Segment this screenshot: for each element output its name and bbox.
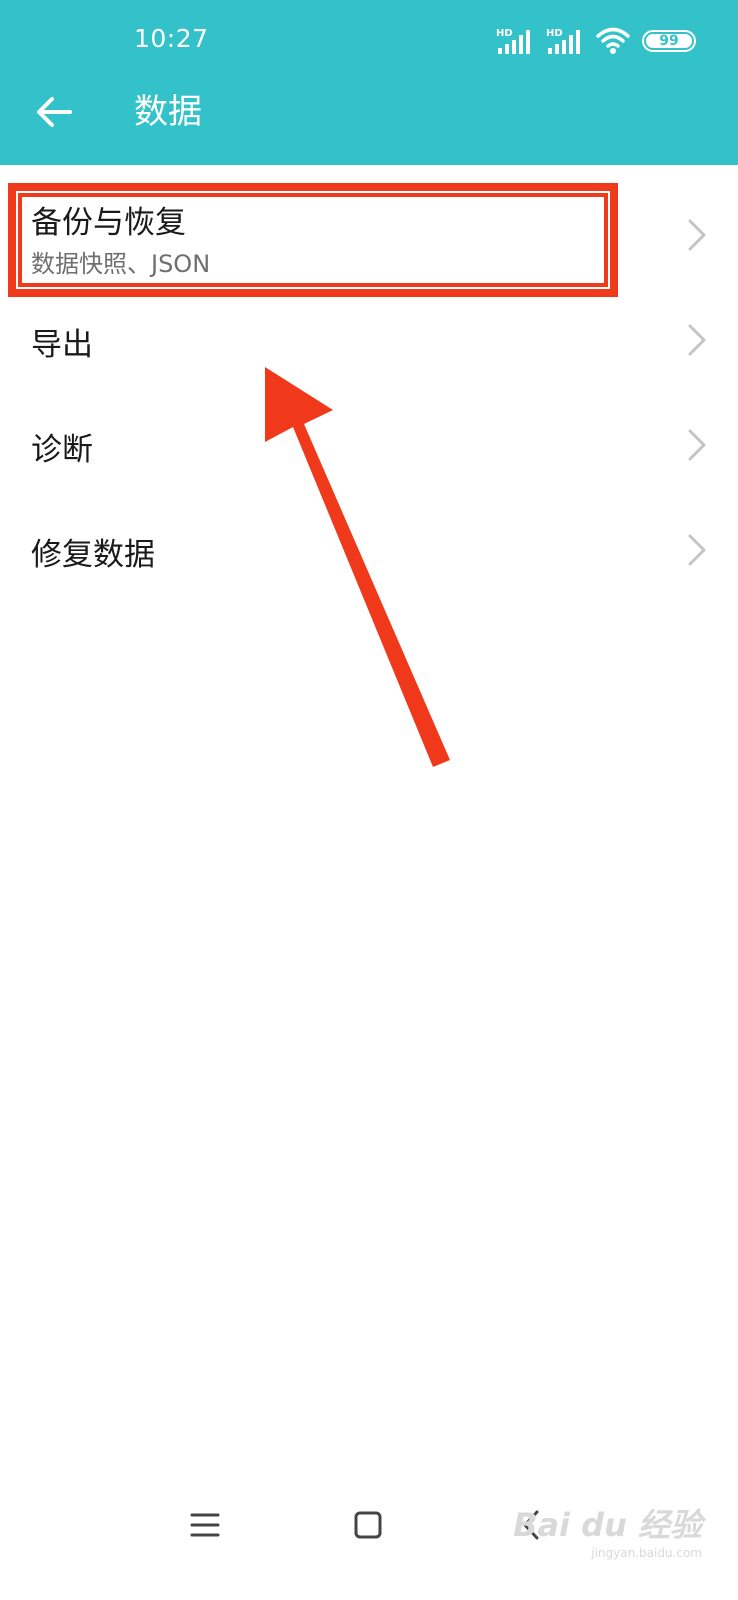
status-icons: HD HD 99	[496, 26, 696, 56]
arrow-left-icon	[37, 97, 72, 127]
chevron-right-icon	[688, 534, 706, 566]
wifi-icon	[596, 27, 630, 54]
list-item-export[interactable]: 导出	[0, 285, 738, 389]
signal-hd-icon-2: HD	[546, 28, 580, 54]
screen: 10:27 HD HD 99 数据 备份与恢复 数据快照、JSON 导出 诊断 …	[0, 0, 738, 1600]
battery-icon: 99	[642, 30, 696, 52]
menu-icon	[190, 1513, 220, 1537]
home-square-icon	[354, 1511, 382, 1539]
signal-hd-label-2: HD	[546, 28, 563, 39]
chevron-right-icon	[688, 324, 706, 356]
watermark-url: jingyan.baidu.com	[591, 1546, 702, 1560]
battery-level: 99	[659, 33, 679, 49]
list-item-backup-restore[interactable]: 备份与恢复 数据快照、JSON	[0, 165, 738, 285]
watermark-brand: Bai du 经验	[513, 1506, 702, 1544]
app-bar: 10:27 HD HD 99 数据	[0, 0, 738, 165]
signal-hd-icon: HD	[496, 28, 530, 54]
page-title: 数据	[134, 92, 202, 132]
signal-hd-label: HD	[496, 28, 513, 39]
back-button[interactable]	[30, 88, 78, 136]
list-item-title: 诊断	[31, 432, 93, 468]
list-item-subtitle: 数据快照、JSON	[31, 250, 211, 278]
list-item-title: 备份与恢复	[31, 205, 186, 241]
chevron-right-icon	[688, 219, 706, 251]
list-item-title: 导出	[31, 327, 93, 363]
recent-apps-button[interactable]	[177, 1500, 233, 1550]
watermark-logo: Bai du 经验 jingyan.baidu.com	[513, 1500, 702, 1560]
home-button[interactable]	[340, 1500, 396, 1550]
settings-list: 备份与恢复 数据快照、JSON 导出 诊断 修复数据	[0, 165, 738, 597]
list-item-title: 修复数据	[31, 537, 155, 573]
status-time: 10:27	[134, 24, 209, 53]
chevron-right-icon	[688, 429, 706, 461]
list-item-diagnose[interactable]: 诊断	[0, 389, 738, 493]
list-item-repair-data[interactable]: 修复数据	[0, 493, 738, 597]
